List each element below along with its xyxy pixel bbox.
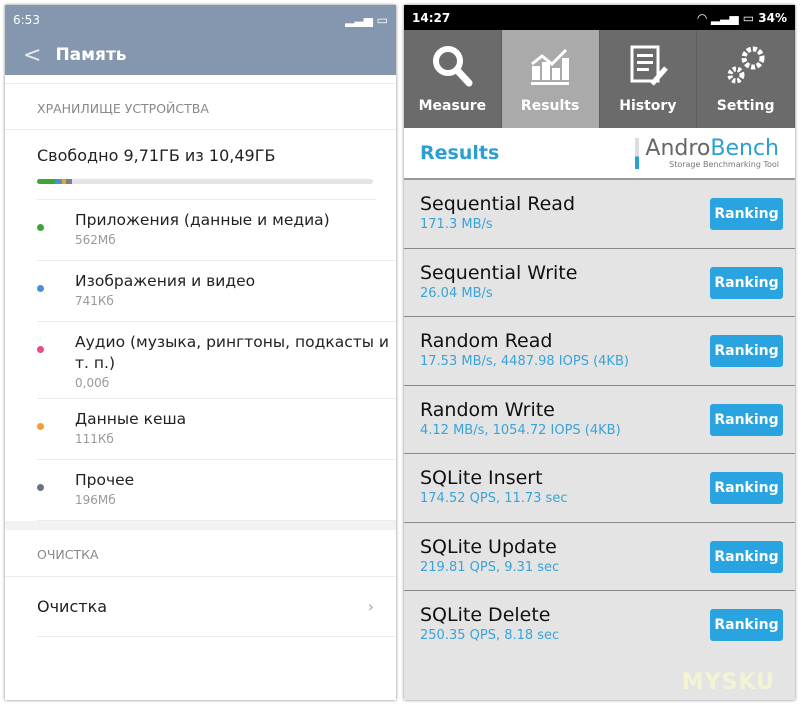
usage-bar [37, 179, 373, 184]
storage-category-item[interactable]: Аудио (музыка, рингтоны, подкасты и т. п… [37, 322, 396, 399]
status-time: 14:27 [412, 10, 451, 25]
result-value: 17.53 MB/s, 4487.98 IOPS (4KB) [420, 354, 629, 369]
category-dot-icon [37, 346, 44, 353]
result-value: 174.52 QPS, 11.73 sec [420, 491, 568, 506]
chart-icon [531, 48, 570, 85]
category-title: Приложения (данные и медиа) [75, 211, 330, 229]
page-title: Память [55, 45, 127, 65]
app-header: < Память [5, 35, 396, 75]
result-name: SQLite Update [420, 535, 557, 558]
storage-category-item[interactable]: Прочее 196Мб [37, 460, 396, 521]
usage-segment [55, 179, 62, 184]
result-value: 171.3 MB/s [420, 217, 493, 232]
logo-andro: Andro [645, 135, 711, 161]
tab-bar: Measure Results History Setting [404, 30, 795, 128]
storage-category-item[interactable]: Данные кеша 111Кб [37, 399, 396, 460]
category-size: 111Кб [75, 432, 114, 446]
androbench-logo: AndroBench Storage Benchmarking Tool [635, 135, 779, 169]
category-title: Прочее [75, 471, 135, 489]
category-size: 741Кб [75, 294, 114, 308]
result-name: Sequential Write [420, 261, 578, 284]
ranking-button[interactable]: Ranking [710, 198, 783, 230]
result-value: 219.81 QPS, 9.31 sec [420, 559, 560, 575]
androbench-screen: 14:27 ◠ ▂▃▅ ▭ 34% Measure Results Histor… [404, 5, 795, 700]
logo-tagline: Storage Benchmarking Tool [669, 159, 779, 169]
ranking-button[interactable]: Ranking [710, 403, 783, 436]
result-name: Random Write [420, 398, 555, 421]
usage-segment [37, 179, 56, 184]
result-row: Sequential Read 171.3 MB/s Ranking [404, 180, 795, 249]
results-title: Results [420, 142, 500, 164]
usage-segment [65, 179, 72, 184]
free-space: Свободно 9,71ГБ из 10,49ГБ [37, 130, 376, 200]
tab-label: Results [520, 98, 580, 114]
storage-category-item[interactable]: Изображения и видео 741Кб [37, 261, 396, 322]
result-name: SQLite Insert [420, 467, 543, 489]
tab-label: History [619, 98, 677, 114]
result-row: SQLite Update 219.81 QPS, 9.31 sec Ranking [404, 523, 795, 591]
result-name: Random Read [420, 330, 553, 352]
result-row: SQLite Insert 174.52 QPS, 11.73 sec Rankin… [404, 454, 795, 523]
result-row: Random Write 4.12 MB/s, 1054.72 IOPS (4KB… [404, 386, 795, 454]
category-size: 196Мб [75, 493, 116, 507]
ranking-button[interactable]: Ranking [710, 472, 783, 504]
result-row: Sequential Write 26.04 MB/s Ranking [404, 249, 795, 317]
results-header: Results AndroBench Storage Benchmarking … [404, 128, 795, 180]
status-bar: 14:27 ◠ ▂▃▅ ▭ 34% [404, 5, 795, 30]
category-title: Аудио (музыка, рингтоны, подкасты и т. п… [75, 333, 389, 372]
result-row: SQLite Delete 250.35 QPS, 8.18 sec Ranking [404, 591, 795, 660]
category-title: Данные кеша [75, 410, 187, 428]
memory-settings-screen: 6:53 ▂▃▅ ▭ < Память ХРАНИЛИЩЕ УСТРОЙСТВА… [5, 5, 396, 700]
clean-label: Очистка [37, 597, 108, 616]
result-value: 26.04 MB/s [420, 285, 493, 301]
result-name: Sequential Read [420, 193, 576, 215]
ranking-button[interactable]: Ranking [710, 540, 783, 573]
status-bar: 6:53 ▂▃▅ ▭ [5, 5, 396, 35]
result-row: Random Read 17.53 MB/s, 4487.98 IOPS (4KB… [404, 317, 795, 386]
storage-category-item[interactable]: Приложения (данные и медиа) 562Мб [37, 200, 396, 261]
category-dot-icon [37, 484, 44, 491]
clean-section-header: ОЧИСТКА [5, 530, 396, 577]
tab-label: Measure [418, 98, 487, 114]
search-icon [433, 46, 473, 87]
tab-history[interactable]: History [599, 30, 698, 128]
status-time: 6:53 [13, 13, 40, 27]
category-size: 0,00б [75, 376, 110, 390]
document-icon [630, 45, 668, 86]
result-name: SQLite Delete [420, 604, 551, 626]
category-dot-icon [37, 423, 44, 430]
ranking-button[interactable]: Ranking [710, 609, 783, 641]
back-icon[interactable]: < [23, 43, 41, 68]
result-value: 250.35 QPS, 8.18 sec [420, 628, 560, 643]
wifi-signal-battery-icon: ◠ ▂▃▅ ▭ [697, 10, 759, 25]
tab-setting[interactable]: Setting [697, 30, 795, 128]
gears-icon [727, 46, 765, 84]
tab-results[interactable]: Results [501, 30, 600, 128]
tab-measure[interactable]: Measure [404, 30, 502, 128]
clean-item[interactable]: Очистка › [37, 577, 396, 637]
category-title: Изображения и видео [75, 272, 256, 290]
watermark: MYSKU [681, 670, 775, 695]
chevron-right-icon: › [367, 597, 374, 616]
category-size: 562Мб [75, 233, 116, 247]
result-value: 4.12 MB/s, 1054.72 IOPS (4KB) [420, 422, 621, 438]
signal-battery-icon: ▂▃▅ ▭ [345, 13, 388, 27]
storage-section-header: ХРАНИЛИЩЕ УСТРОЙСТВА [5, 83, 396, 130]
battery-percent: 34% [758, 10, 787, 25]
free-space-text: Свободно 9,71ГБ из 10,49ГБ [37, 146, 276, 165]
section-divider [5, 521, 396, 530]
ranking-button[interactable]: Ranking [710, 266, 783, 299]
tab-label: Setting [716, 98, 775, 114]
category-dot-icon [37, 285, 44, 292]
category-dot-icon [37, 224, 44, 231]
logo-bench: Bench [710, 135, 779, 161]
ranking-button[interactable]: Ranking [710, 335, 783, 367]
